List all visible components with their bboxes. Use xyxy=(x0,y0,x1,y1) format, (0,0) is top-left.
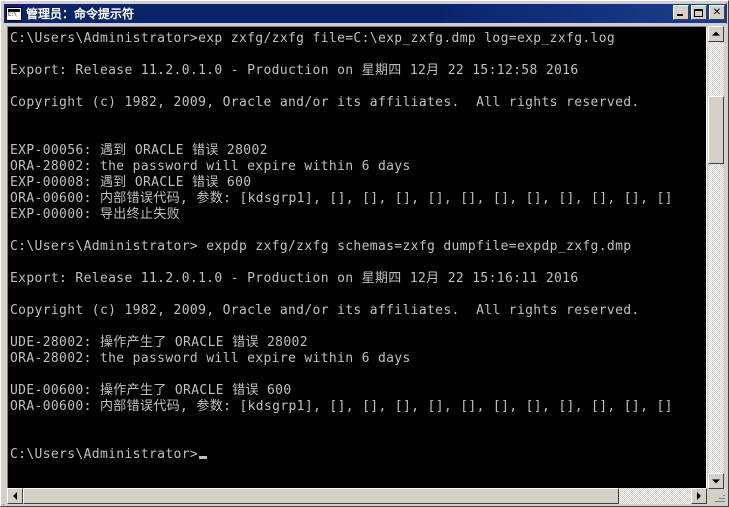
chevron-left-icon xyxy=(13,492,17,500)
console-client-area: C:\Users\Administrator>exp zxfg/zxfg fil… xyxy=(4,24,727,505)
console-window: 管理员：命令提示符 ✕ C:\Users\Administrator>exp z… xyxy=(0,0,729,507)
console-line: C:\Users\Administrator> expdp zxfg/zxfg … xyxy=(10,239,632,254)
console-line: UDE-28002: 操作产生了 ORACLE 错误 28002 xyxy=(10,335,308,350)
resize-grip[interactable] xyxy=(711,490,725,504)
vertical-scrollbar-thumb[interactable] xyxy=(708,96,724,164)
console-line: C:\Users\Administrator> xyxy=(10,447,673,463)
console-line: Export: Release 11.2.0.1.0 - Production … xyxy=(10,63,579,78)
title-bar-buttons: ✕ xyxy=(673,5,725,20)
console-line: EXP-00056: 遇到 ORACLE 错误 28002 xyxy=(10,143,268,158)
chevron-right-icon xyxy=(697,492,701,500)
console-line: Copyright (c) 1982, 2009, Oracle and/or … xyxy=(10,95,640,110)
scroll-left-button[interactable] xyxy=(7,488,23,504)
console-icon[interactable] xyxy=(6,6,22,21)
text-cursor xyxy=(199,456,208,459)
console-screen[interactable]: C:\Users\Administrator>exp zxfg/zxfg fil… xyxy=(7,26,707,489)
horizontal-scrollbar[interactable] xyxy=(7,488,707,504)
horizontal-scrollbar-thumb[interactable] xyxy=(23,488,619,504)
console-output: C:\Users\Administrator>exp zxfg/zxfg fil… xyxy=(10,31,673,463)
minimize-icon xyxy=(674,6,688,19)
maximize-button[interactable] xyxy=(691,5,707,20)
close-button[interactable]: ✕ xyxy=(709,5,725,20)
console-line: Export: Release 11.2.0.1.0 - Production … xyxy=(10,271,579,286)
console-line: EXP-00008: 遇到 ORACLE 错误 600 xyxy=(10,175,252,190)
scroll-up-button[interactable] xyxy=(708,26,724,42)
chevron-up-icon xyxy=(712,31,720,36)
title-bar[interactable]: 管理员：命令提示符 ✕ xyxy=(4,4,727,23)
scroll-down-button[interactable] xyxy=(708,473,724,489)
console-line: ORA-28002: the password will expire with… xyxy=(10,159,411,174)
console-line: ORA-00600: 内部错误代码, 参数: [kdsgrp1], [], []… xyxy=(10,191,673,206)
chevron-down-icon xyxy=(712,479,720,484)
vertical-scrollbar[interactable] xyxy=(708,26,724,489)
console-line: Copyright (c) 1982, 2009, Oracle and/or … xyxy=(10,303,640,318)
maximize-icon xyxy=(692,6,706,19)
close-icon: ✕ xyxy=(712,6,722,18)
console-line: ORA-28002: the password will expire with… xyxy=(10,351,411,366)
minimize-button[interactable] xyxy=(673,5,689,20)
console-line: UDE-00600: 操作产生了 ORACLE 错误 600 xyxy=(10,383,292,398)
console-line: EXP-00000: 导出终止失败 xyxy=(10,207,181,222)
scroll-right-button[interactable] xyxy=(691,488,707,504)
console-line: C:\Users\Administrator>exp zxfg/zxfg fil… xyxy=(10,31,616,46)
window-title: 管理员：命令提示符 xyxy=(26,7,135,21)
console-line: ORA-00600: 内部错误代码, 参数: [kdsgrp1], [], []… xyxy=(10,399,673,414)
